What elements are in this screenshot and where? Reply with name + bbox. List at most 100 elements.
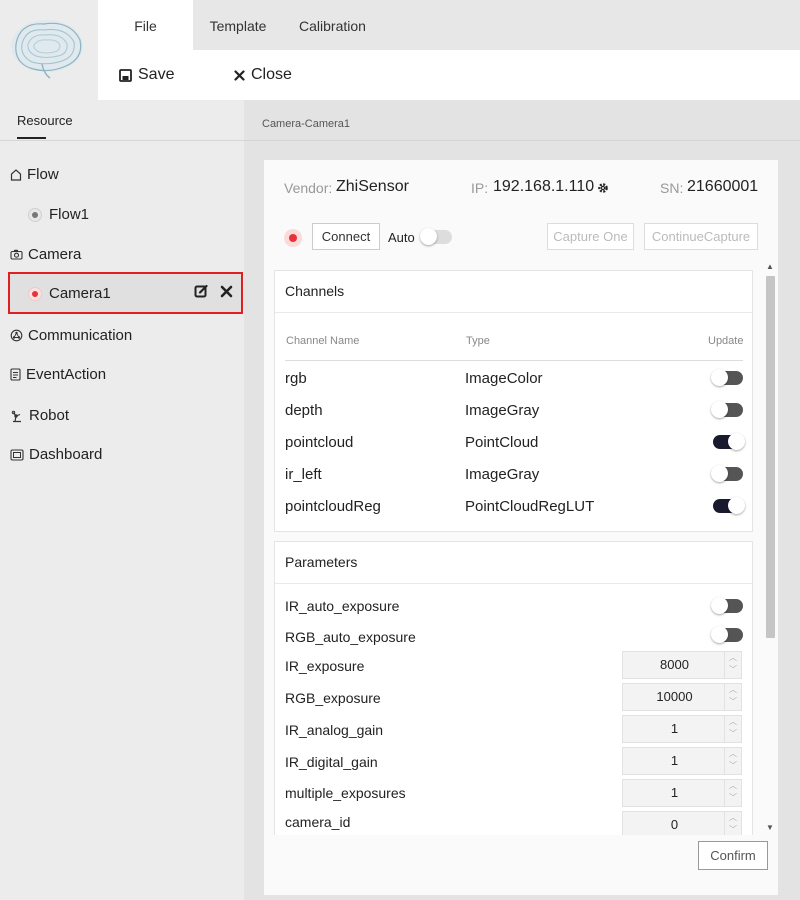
toggle-knob [728,433,745,450]
status-dot-icon [28,286,42,301]
delete-icon[interactable] [220,285,233,298]
header-divider [285,360,743,361]
ip-label: IP: [471,180,489,196]
save-button[interactable]: Save [119,50,174,100]
column-header: Update [708,335,744,347]
home-outline-icon [10,168,22,181]
toolbar: Save Close [98,50,800,100]
tab-resource[interactable]: Resource [17,113,73,128]
chevron-down-icon[interactable]: ﹀ [729,729,737,738]
toggle-knob [711,626,728,643]
chevron-up-icon[interactable]: ︿ [729,653,737,662]
sidebar-category-eventaction[interactable]: EventAction [10,366,106,383]
chevron-up-icon[interactable]: ︿ [729,685,737,694]
vendor-value: ZhiSensor [336,178,409,195]
update-toggle[interactable] [713,497,745,514]
stepper-arrows[interactable]: ︿ ﹀ [724,684,741,710]
channels-card: Channels Channel Name Type Update rgb Im… [274,270,753,532]
sidebar-category-dashboard[interactable]: Dashboard [10,446,102,463]
chevron-up-icon[interactable]: ︿ [729,717,737,726]
settings-scroll-area[interactable]: Channels Channel Name Type Update rgb Im… [274,262,754,835]
chevron-up-icon[interactable]: ︿ [729,813,737,822]
dashboard-icon [10,448,24,461]
capture-one-button[interactable]: Capture One [547,223,634,250]
number-stepper[interactable]: 1 ︿ ﹀ [622,715,742,743]
number-stepper[interactable]: 0 ︿ ﹀ [622,811,742,835]
toggle-knob [711,597,728,614]
gear-icon[interactable] [597,182,609,194]
chevron-down-icon[interactable]: ﹀ [729,793,737,802]
number-stepper[interactable]: 8000 ︿ ﹀ [622,651,742,679]
robot-arm-icon [11,410,21,422]
menu-tab-calibration[interactable]: Calibration [290,0,375,50]
stepper-arrows[interactable]: ︿ ﹀ [724,748,741,774]
channel-type: ImageGray [465,402,540,419]
menu-bar: File Template Calibration [98,0,800,50]
stepper-value: 10000 [656,689,693,704]
chevron-down-icon[interactable]: ﹀ [729,761,737,770]
channel-type: PointCloud [465,434,539,451]
update-toggle[interactable] [711,401,743,418]
number-stepper[interactable]: 1 ︿ ﹀ [622,779,742,807]
channel-name: pointcloud [285,434,354,451]
stepper-value: 1 [670,721,679,736]
param-name: RGB_exposure [285,690,381,706]
stepper-arrows[interactable]: ︿ ﹀ [724,652,741,678]
stepper-arrows[interactable]: ︿ ﹀ [724,716,741,742]
scroll-down-icon[interactable]: ▼ [766,823,774,832]
chevron-down-icon[interactable]: ﹀ [729,825,737,834]
stepper-arrows[interactable]: ︿ ﹀ [724,812,741,835]
toggle-knob [711,369,728,386]
close-button[interactable]: Close [234,50,292,100]
vertical-scrollbar[interactable]: ▲ ▼ [764,262,776,835]
divider [0,140,244,141]
toggle-knob [420,228,437,245]
channel-type: ImageColor [465,370,543,387]
update-toggle[interactable] [711,369,743,386]
menu-tab-template[interactable]: Template [198,0,278,50]
sidebar-category-robot[interactable]: Robot [10,407,69,424]
sidebar-category-communication[interactable]: Communication [10,327,132,344]
number-stepper[interactable]: 10000 ︿ ﹀ [622,683,742,711]
vendor-label: Vendor: [284,180,333,196]
chevron-up-icon[interactable]: ︿ [729,781,737,790]
connect-button[interactable]: Connect [312,223,380,250]
sidebar-item-label: Flow1 [49,206,90,223]
sidebar-category-label: Flow [27,166,59,183]
auto-toggle[interactable] [420,228,452,245]
confirm-button[interactable]: Confirm [698,841,768,870]
camera-config-panel: Vendor: ZhiSensor IP: 192.168.1.110 SN: … [264,160,778,895]
continue-capture-button[interactable]: ContinueCapture [644,223,758,250]
sidebar-item-flow1[interactable]: Flow1 [28,206,89,223]
param-toggle[interactable] [711,597,743,614]
sidebar-category-flow[interactable]: Flow [10,166,59,183]
sidebar-item-camera1[interactable]: Camera1 [8,272,243,314]
document-icon [10,368,21,381]
sidebar-category-camera[interactable]: Camera [10,246,81,263]
sidebar-category-label: Robot [29,407,70,424]
chevron-up-icon[interactable]: ︿ [729,749,737,758]
edit-icon[interactable] [194,284,208,298]
toggle-knob [728,497,745,514]
breadcrumb: Camera-Camera1 [262,118,351,130]
stepper-value: 8000 [660,657,689,672]
parameters-title: Parameters [285,554,358,570]
channel-type: ImageGray [465,466,540,483]
update-toggle[interactable] [713,433,745,450]
scrollbar-thumb[interactable] [766,276,775,638]
item-actions [194,284,233,298]
chevron-down-icon[interactable]: ﹀ [729,697,737,706]
update-toggle[interactable] [711,465,743,482]
menu-tab-file[interactable]: File [98,0,193,50]
param-toggle[interactable] [711,626,743,643]
number-stepper[interactable]: 1 ︿ ﹀ [622,747,742,775]
sidebar-category-label: Communication [28,327,133,344]
ip-value: 192.168.1.110 [493,178,595,195]
toggle-knob [711,465,728,482]
chevron-down-icon[interactable]: ﹀ [729,665,737,674]
stepper-arrows[interactable]: ︿ ﹀ [724,780,741,806]
sidebar-item-camera1-content: Camera1 [28,285,111,302]
app-logo [0,0,98,100]
camera-icon [10,249,23,260]
scroll-up-icon[interactable]: ▲ [766,262,774,271]
